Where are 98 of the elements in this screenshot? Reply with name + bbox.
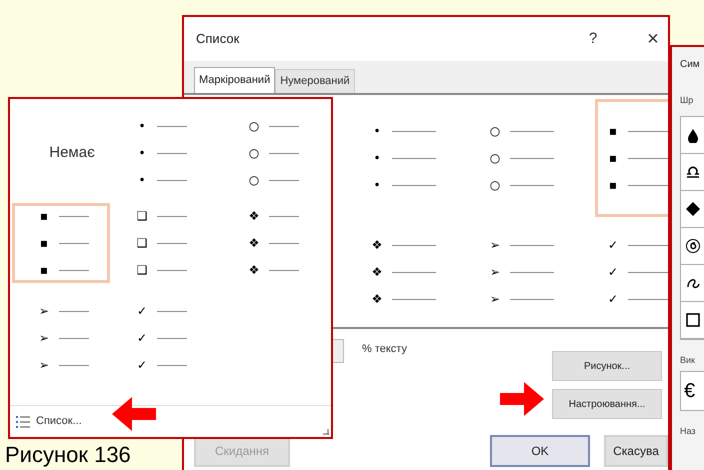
bullet-option[interactable]: ○ ○ ○ — [477, 99, 595, 217]
bullet-symbol: • — [372, 150, 382, 166]
bullet-option[interactable]: ➢ ➢ ➢ — [477, 217, 595, 327]
bullet-symbol: ❑ — [136, 262, 148, 278]
bullet-symbol: ❖ — [248, 234, 260, 252]
text-line — [392, 130, 436, 132]
dialog-button[interactable]: OK — [490, 435, 590, 467]
bullet-symbol: • — [372, 122, 382, 140]
dialog-button[interactable]: Скасува — [604, 435, 668, 467]
bullet-option[interactable]: ▪ ▪ ▪ — [12, 203, 110, 283]
bullet-symbol: ➢ — [488, 236, 502, 254]
bullet-symbol: ❑ — [136, 234, 148, 252]
bullet-option[interactable]: ❖ ❖ ❖ — [222, 203, 322, 283]
bullet-symbol: ➢ — [38, 302, 50, 320]
percent-label: % тексту — [362, 342, 407, 357]
text-line — [269, 242, 299, 244]
text-line — [157, 310, 187, 312]
text-line — [392, 244, 436, 246]
bullet-symbol: ✓ — [606, 264, 620, 280]
list-icon — [16, 416, 30, 428]
window-title: Сим — [680, 58, 701, 72]
symbol-icon[interactable] — [685, 200, 701, 216]
bullet-symbol: • — [137, 144, 147, 162]
bullet-symbol: ❖ — [248, 208, 260, 224]
bullet-symbol: ○ — [248, 172, 260, 188]
close-button[interactable]: × — [638, 24, 668, 54]
bullet-option[interactable]: • • • — [359, 99, 477, 217]
bullet-option[interactable]: ✓ ✓ ✓ — [595, 217, 668, 327]
bullet-symbol: ○ — [248, 118, 260, 134]
dialog-button[interactable]: Рисунок... — [552, 351, 662, 381]
bullet-symbol: ○ — [488, 122, 502, 140]
bullet-symbol: ➢ — [488, 264, 502, 280]
resize-grip-icon[interactable] — [323, 429, 329, 435]
dialog-button[interactable]: Настроювання... — [552, 389, 662, 419]
symbol-icon[interactable] — [685, 312, 701, 328]
bullet-symbol: ▪ — [38, 208, 50, 224]
bullet-option[interactable]: ➢ ➢ ➢ — [12, 283, 110, 393]
help-button[interactable]: ? — [578, 28, 608, 50]
bullet-option[interactable]: ○ ○ ○ — [222, 103, 322, 203]
bullet-option[interactable]: ❑ ❑ ❑ — [110, 203, 222, 283]
text-line — [157, 152, 187, 154]
bullet-symbol: ❖ — [370, 290, 384, 308]
text-line — [628, 244, 668, 246]
bullet-symbol: ○ — [488, 176, 502, 194]
bullet-option[interactable]: Немає — [12, 103, 110, 203]
text-line — [628, 130, 668, 132]
text-line — [269, 152, 299, 154]
bullet-symbol: ▪ — [38, 262, 50, 278]
text-line — [392, 298, 436, 300]
bullet-symbol: ✓ — [136, 302, 148, 320]
bullet-symbol: ▪ — [38, 234, 50, 252]
bullet-symbol: ✓ — [606, 236, 620, 254]
bullet-symbol: ✓ — [136, 356, 148, 374]
text-line — [628, 298, 668, 300]
window-title: Список — [196, 30, 240, 48]
font-label: Шр — [680, 94, 694, 107]
bullet-symbol: • — [137, 172, 147, 188]
bullet-symbol: ❖ — [248, 262, 260, 278]
text-line — [59, 364, 89, 366]
symbol-icon[interactable] — [685, 164, 701, 180]
symbol-icon[interactable] — [685, 238, 701, 254]
bullet-option[interactable]: • • • — [110, 103, 222, 203]
bullet-option[interactable]: ✓ ✓ ✓ — [110, 283, 222, 393]
bullet-symbol: ❖ — [370, 236, 384, 254]
bullet-symbol: ○ — [488, 150, 502, 166]
bullet-symbol: ▪ — [608, 176, 618, 194]
bullet-symbol: ❖ — [370, 264, 384, 280]
text-line — [510, 130, 554, 132]
define-bullet-link[interactable]: Список... — [36, 413, 82, 430]
bullet-symbol: ▪ — [608, 122, 618, 140]
bullet-symbol: ▪ — [608, 150, 618, 166]
tab[interactable]: Нумерований — [275, 69, 355, 93]
text-line — [59, 242, 89, 244]
text-line — [59, 310, 89, 312]
text-line — [510, 298, 554, 300]
text-line — [157, 242, 187, 244]
text-line — [510, 244, 554, 246]
bullet-symbol: ➢ — [38, 356, 50, 374]
tab[interactable]: Маркірований — [194, 67, 276, 93]
text-line — [510, 184, 554, 186]
bullet-symbol: ➢ — [488, 290, 502, 308]
callout-arrow — [500, 381, 546, 417]
bullet-symbol: ❑ — [136, 208, 148, 224]
bullet-symbol: ○ — [248, 144, 260, 162]
bullet-option[interactable]: ❖ ❖ ❖ — [359, 217, 477, 327]
bullet-symbol: ✓ — [136, 330, 148, 346]
recent-label: Вик — [680, 354, 696, 366]
bullet-symbol: ➢ — [38, 330, 50, 346]
bullet-symbol: • — [137, 118, 147, 134]
text-line — [628, 184, 668, 186]
text-line — [392, 184, 436, 186]
text-line — [157, 364, 187, 366]
symbol-icon[interactable] — [685, 126, 701, 142]
bullet-symbol: • — [372, 176, 382, 194]
figure-caption: Рисунок 136 — [5, 441, 131, 469]
bullet-symbol: ✓ — [606, 290, 620, 308]
none-label: Немає — [49, 142, 95, 163]
name-label: Наз — [680, 425, 697, 438]
